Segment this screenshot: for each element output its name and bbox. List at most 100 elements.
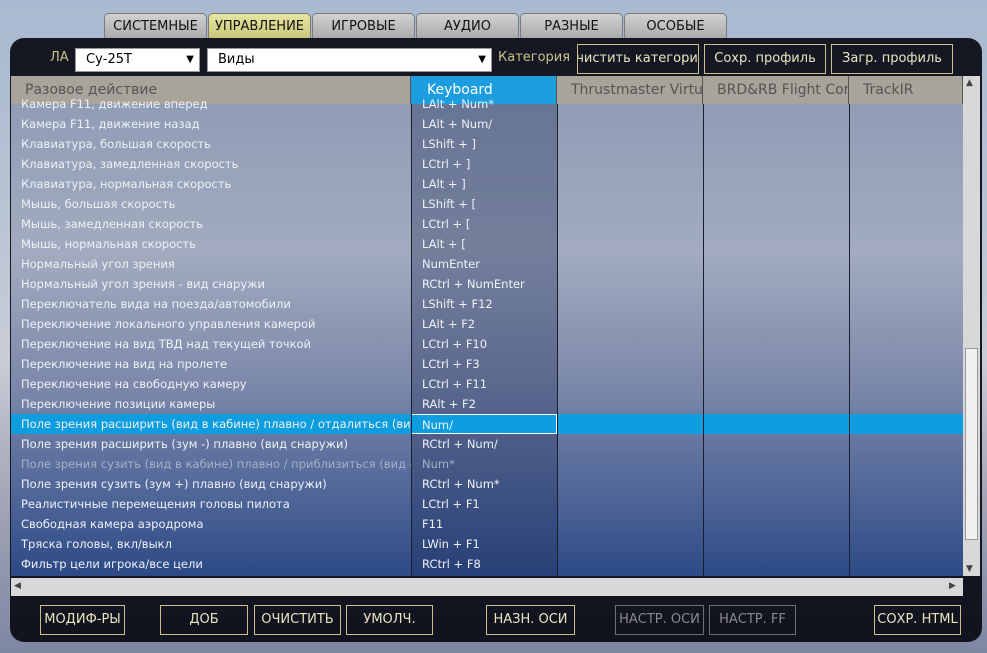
table-row[interactable]: Мышь, замедленная скорость LCtrl + [ (11, 214, 963, 234)
table-row[interactable]: Переключение позиции камеры RAlt + F2 (11, 394, 963, 414)
column-divider (557, 104, 558, 576)
default-button[interactable]: УМОЛЧ. (346, 605, 433, 635)
keyboard-binding-cell[interactable]: NumEnter (422, 254, 557, 274)
bindings-table: Разовое действие Keyboard Thrustmaster V… (11, 76, 963, 576)
action-cell: Нормальный угол зрения - вид снаружи (21, 277, 265, 291)
action-cell: Переключение на свободную камеру (21, 377, 247, 391)
table-row[interactable]: Мышь, большая скорость LShift + [ (11, 194, 963, 214)
table-row[interactable]: Свободная камера аэродрома F11 (11, 514, 963, 534)
keyboard-binding-cell[interactable]: LAlt + Num* (422, 94, 557, 114)
keyboard-binding-cell[interactable]: LCtrl + ] (422, 154, 557, 174)
column-divider (849, 104, 850, 576)
ff-settings-button[interactable]: НАСТР. FF (709, 605, 796, 635)
table-row[interactable]: Клавиатура, нормальная скорость LAlt + ] (11, 174, 963, 194)
action-cell: Свободная камера аэродрома (21, 517, 204, 531)
aircraft-value: Су-25Т (86, 52, 132, 67)
keyboard-binding-cell[interactable]: LAlt + F2 (422, 314, 557, 334)
table-row[interactable]: Переключение на вид на пролете LCtrl + F3 (11, 354, 963, 374)
controls-toolbar: ЛА Су-25Т ▼ Виды ▼ Категория Очистить ка… (10, 38, 982, 76)
category-label: Категория (498, 50, 571, 65)
dropdown-arrow-icon: ▼ (186, 54, 194, 65)
keyboard-binding-cell[interactable]: LShift + F12 (422, 294, 557, 314)
action-cell: Переключение на вид ТВД над текущей точк… (21, 337, 312, 351)
category-select[interactable]: Виды ▼ (207, 48, 492, 72)
tab-audio[interactable]: АУДИО (416, 13, 519, 39)
assign-axis-button[interactable]: НАЗН. ОСИ (486, 605, 575, 635)
action-cell: Реалистичные перемещения головы пилота (21, 497, 290, 511)
dropdown-arrow-icon: ▼ (478, 54, 486, 65)
scroll-down-icon[interactable]: ▼ (966, 564, 973, 574)
table-row[interactable]: Камера F11, движение вперед LAlt + Num* (11, 94, 963, 114)
keyboard-binding-cell[interactable]: LShift + ] (422, 134, 557, 154)
aircraft-select[interactable]: Су-25Т ▼ (75, 48, 200, 72)
tab-gameplay[interactable]: ИГРОВЫЕ (312, 13, 415, 39)
scroll-left-icon[interactable]: ◀ (14, 581, 21, 591)
table-row[interactable]: Поле зрения расширить (вид в кабине) пла… (11, 414, 963, 434)
table-row[interactable]: Поле зрения сузить (вид в кабине) плавно… (11, 454, 963, 474)
table-row[interactable]: Переключатель вида на поезда/автомобили L… (11, 294, 963, 314)
keyboard-binding-cell[interactable]: RCtrl + Num/ (422, 434, 557, 454)
main-tabs: СИСТЕМНЫЕ УПРАВЛЕНИЕ ИГРОВЫЕ АУДИО РАЗНЫ… (104, 13, 728, 39)
keyboard-binding-cell[interactable]: Num/ (411, 414, 557, 434)
keyboard-binding-cell[interactable]: F11 (422, 514, 557, 534)
table-row[interactable]: Переключение локального управления камер… (11, 314, 963, 334)
keyboard-binding-cell[interactable]: LAlt + ] (422, 174, 557, 194)
table-row[interactable]: Клавиатура, замедленная скорость LCtrl + … (11, 154, 963, 174)
keyboard-binding-cell[interactable]: RAlt + F2 (422, 394, 557, 414)
keyboard-binding-cell[interactable]: LAlt + Num/ (422, 114, 557, 134)
keyboard-binding-cell[interactable]: LCtrl + [ (422, 214, 557, 234)
table-row[interactable]: Клавиатура, большая скорость LShift + ] (11, 134, 963, 154)
keyboard-binding-cell[interactable]: LAlt + [ (422, 234, 557, 254)
table-row[interactable]: Реалистичные перемещения головы пилота LC… (11, 494, 963, 514)
scroll-right-icon[interactable]: ▶ (949, 581, 956, 591)
clear-button[interactable]: ОЧИСТИТЬ (254, 605, 341, 635)
keyboard-binding-cell[interactable]: LWin + F1 (422, 534, 557, 554)
table-row[interactable]: Камера F11, движение назад LAlt + Num/ (11, 114, 963, 134)
table-row[interactable]: Поле зрения расширить (зум -) плавно (ви… (11, 434, 963, 454)
save-html-button[interactable]: СОХР. HTML (874, 605, 961, 635)
table-row[interactable]: Фильтр цели игрока/все цели RCtrl + F8 (11, 554, 963, 574)
table-row[interactable]: Поле зрения сузить (зум +) плавно (вид с… (11, 474, 963, 494)
keyboard-binding-cell[interactable]: RCtrl + Num* (422, 474, 557, 494)
action-cell: Поле зрения расширить (вид в кабине) пла… (21, 417, 411, 431)
keyboard-binding-cell[interactable]: RCtrl + NumEnter (422, 274, 557, 294)
axis-settings-button[interactable]: НАСТР. ОСИ (615, 605, 704, 635)
table-row[interactable]: Мышь, нормальная скорость LAlt + [ (11, 234, 963, 254)
table-row[interactable]: Тряска головы, вкл/выкл LWin + F1 (11, 534, 963, 554)
action-cell: Клавиатура, большая скорость (21, 137, 211, 151)
load-profile-button[interactable]: Загр. профиль (831, 44, 953, 74)
keyboard-binding-cell[interactable]: LCtrl + F1 (422, 494, 557, 514)
keyboard-binding-cell[interactable]: LShift + [ (422, 194, 557, 214)
horizontal-scrollbar[interactable]: ◀ ▶ (11, 578, 963, 596)
action-cell: Поле зрения сузить (зум +) плавно (вид с… (21, 477, 327, 491)
action-cell: Переключение позиции камеры (21, 397, 216, 411)
tab-special[interactable]: ОСОБЫЕ (624, 13, 727, 39)
keyboard-binding-cell[interactable]: RCtrl + F8 (422, 554, 557, 574)
action-cell: Клавиатура, замедленная скорость (21, 157, 239, 171)
vertical-scrollbar[interactable]: ▲ ▼ (963, 76, 980, 576)
action-cell: Переключение на вид на пролете (21, 357, 228, 371)
clear-category-button[interactable]: Очистить категорию (577, 44, 699, 74)
keyboard-binding-cell[interactable]: Num* (422, 454, 557, 474)
add-button[interactable]: ДОБ (160, 605, 248, 635)
tab-system[interactable]: СИСТЕМНЫЕ (104, 13, 207, 39)
table-row[interactable]: Переключение на вид ТВД над текущей точк… (11, 334, 963, 354)
keyboard-binding-cell[interactable]: LCtrl + F11 (422, 374, 557, 394)
keyboard-binding-cell[interactable]: LCtrl + F10 (422, 334, 557, 354)
tab-misc[interactable]: РАЗНЫЕ (520, 13, 623, 39)
table-row[interactable]: Нормальный угол зрения NumEnter (11, 254, 963, 274)
table-row[interactable]: Переключение на свободную камеру LCtrl + … (11, 374, 963, 394)
action-cell: Клавиатура, нормальная скорость (21, 177, 232, 191)
save-profile-button[interactable]: Сохр. профиль (704, 44, 826, 74)
table-row[interactable]: Нормальный угол зрения - вид снаружи RCtr… (11, 274, 963, 294)
action-cell: Поле зрения сузить (вид в кабине) плавно… (21, 457, 411, 471)
action-cell: Переключение локального управления камер… (21, 317, 316, 331)
column-divider (703, 104, 704, 576)
scroll-up-icon[interactable]: ▲ (966, 78, 973, 88)
scroll-thumb[interactable] (965, 348, 978, 540)
modifiers-button[interactable]: МОДИФ-РЫ (40, 605, 125, 635)
action-cell: Фильтр цели игрока/все цели (21, 557, 203, 571)
tab-controls[interactable]: УПРАВЛЕНИЕ (208, 13, 311, 39)
keyboard-binding-cell[interactable]: LCtrl + F3 (422, 354, 557, 374)
bottom-toolbar: МОДИФ-РЫ ДОБ ОЧИСТИТЬ УМОЛЧ. НАЗН. ОСИ Н… (10, 598, 982, 642)
